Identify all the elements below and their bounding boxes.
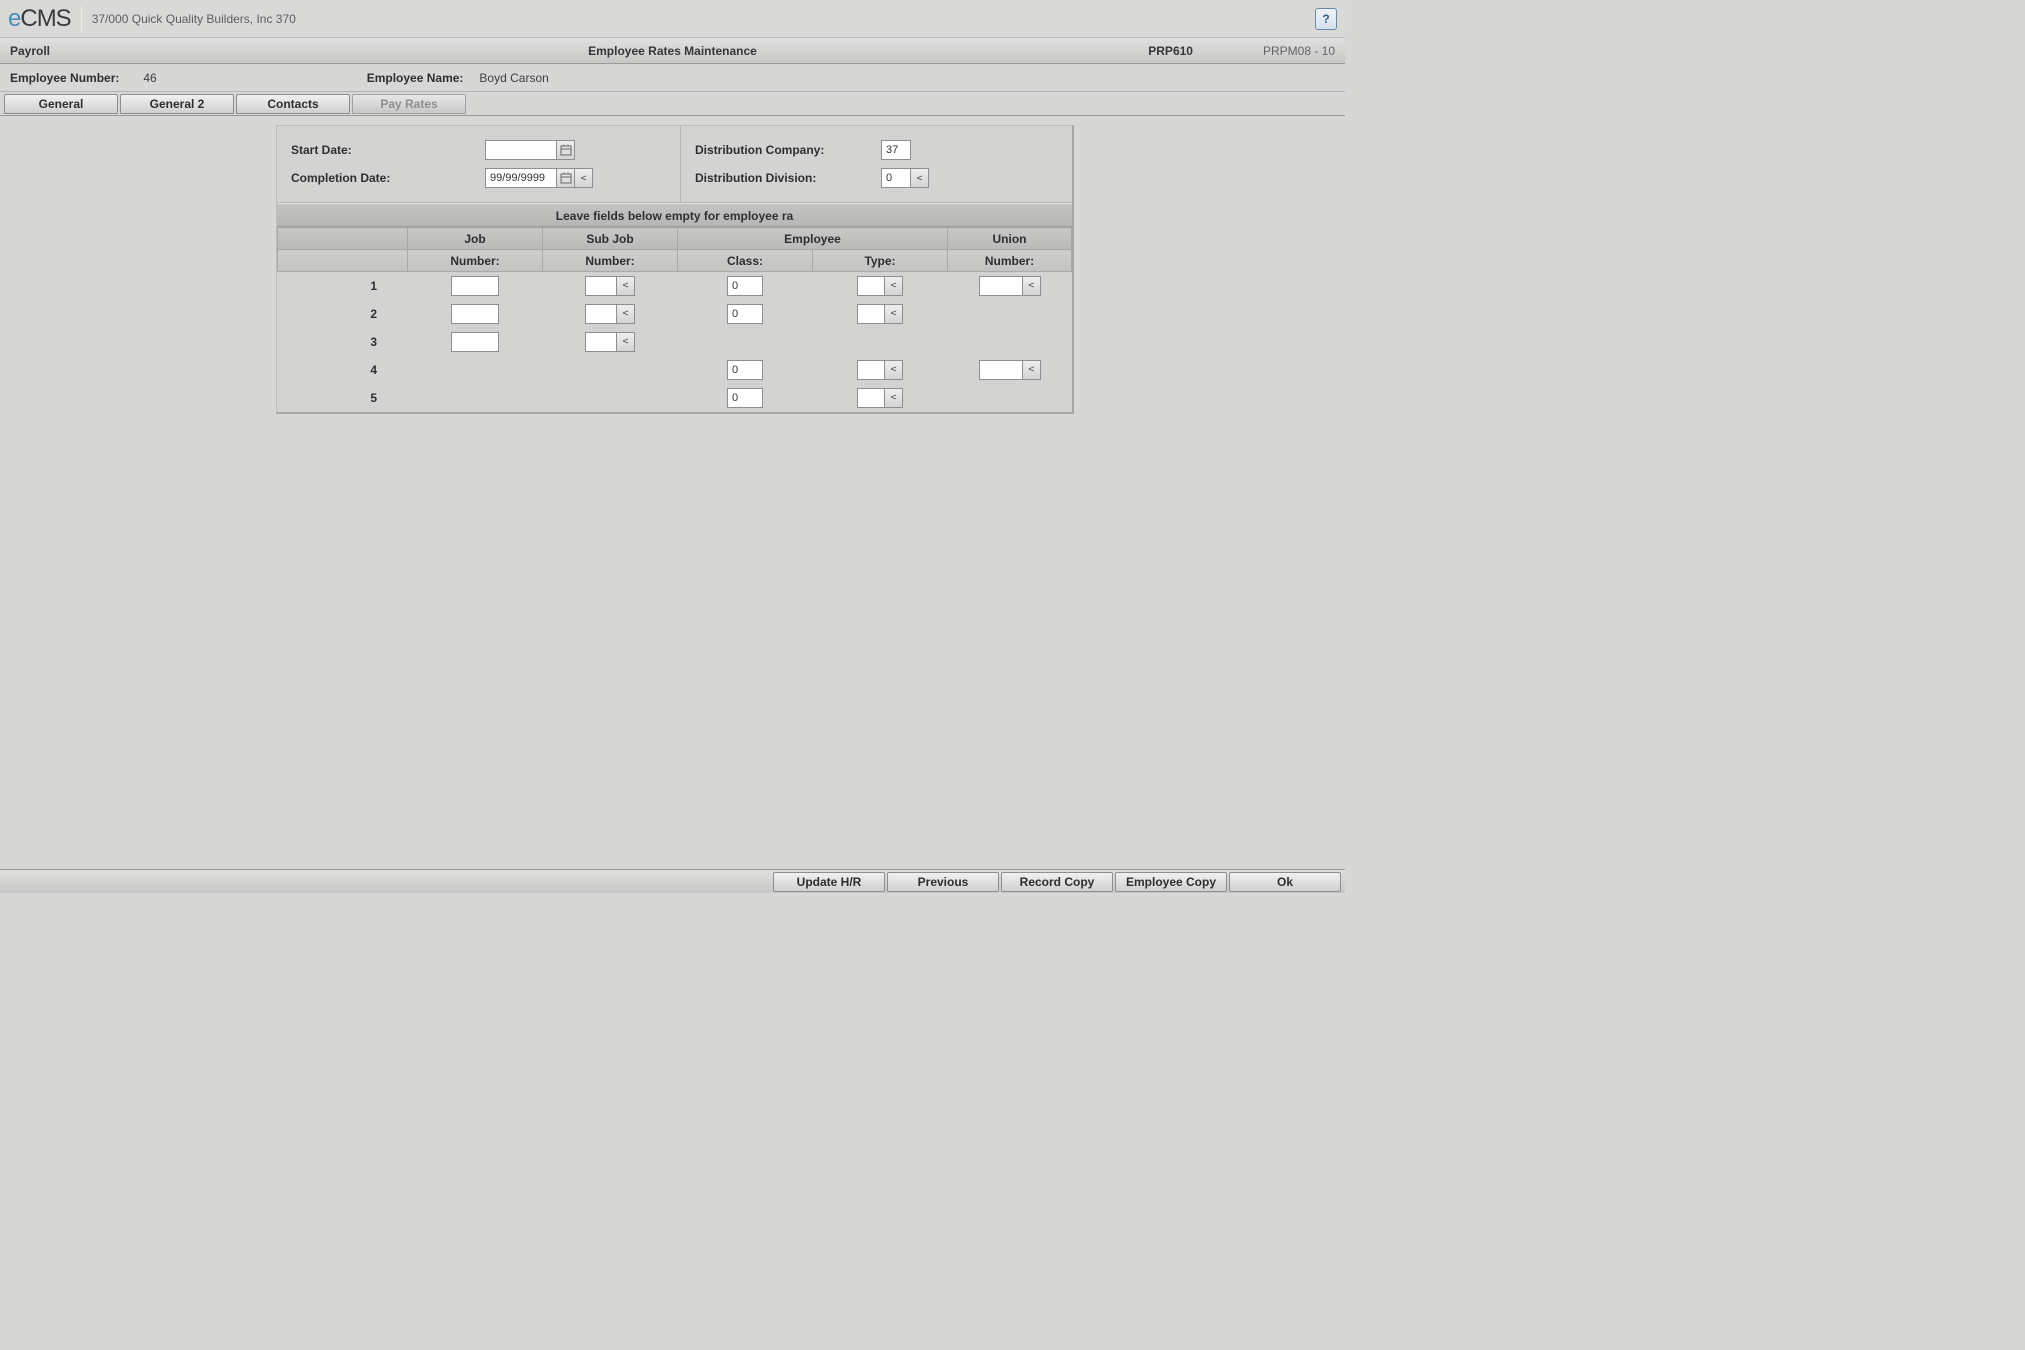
help-button[interactable]: ?	[1315, 8, 1337, 30]
tab-general[interactable]: General	[4, 94, 118, 114]
completion-date-label: Completion Date:	[291, 171, 461, 185]
employee-class-input[interactable]	[727, 304, 763, 324]
sub-jobnum: Number:	[408, 250, 543, 272]
tab-contacts[interactable]: Contacts	[236, 94, 350, 114]
employee-name-value: Boyd Carson	[479, 71, 548, 85]
dist-company-label: Distribution Company:	[695, 143, 881, 157]
table-row: 4 < <	[278, 356, 1072, 384]
logo-rest: CMS	[20, 5, 70, 32]
lookup-icon[interactable]: <	[885, 276, 903, 296]
employee-number-label: Employee Number:	[10, 71, 119, 85]
sub-subjobnum: Number:	[543, 250, 678, 272]
calendar-icon[interactable]	[557, 140, 575, 160]
screen-code: PRPM08 - 10	[1263, 44, 1335, 58]
help-icon: ?	[1322, 12, 1329, 26]
table-row: 3 <	[278, 328, 1072, 356]
lookup-icon[interactable]: <	[885, 304, 903, 324]
table-row: 5 <	[278, 384, 1072, 412]
subjob-number-input[interactable]	[585, 304, 617, 324]
subjob-number-input[interactable]	[585, 332, 617, 352]
module-name: Payroll	[10, 44, 50, 58]
subjob-number-input[interactable]	[585, 276, 617, 296]
start-date-label: Start Date:	[291, 143, 461, 157]
lookup-icon[interactable]: <	[617, 304, 635, 324]
separator	[81, 6, 82, 32]
completion-date-input[interactable]	[485, 168, 557, 188]
dist-division-label: Distribution Division:	[695, 171, 881, 185]
sub-blank	[278, 250, 408, 272]
top-bar: eCMS 37/000 Quick Quality Builders, Inc …	[0, 0, 1345, 38]
employee-type-input[interactable]	[857, 276, 885, 296]
lookup-icon[interactable]: <	[617, 332, 635, 352]
previous-button[interactable]: Previous	[887, 872, 999, 892]
start-date-input[interactable]	[485, 140, 557, 160]
dist-division-input[interactable]	[881, 168, 911, 188]
tab-row: General General 2 Contacts Pay Rates	[0, 92, 1345, 116]
record-copy-button[interactable]: Record Copy	[1001, 872, 1113, 892]
col-job: Job	[408, 228, 543, 250]
app-logo: eCMS	[8, 5, 71, 33]
job-number-input[interactable]	[451, 304, 499, 324]
row-index: 1	[278, 272, 408, 300]
calendar-icon[interactable]	[557, 168, 575, 188]
sub-emptype: Type:	[813, 250, 948, 272]
employee-type-input[interactable]	[857, 388, 885, 408]
col-blank	[278, 228, 408, 250]
tab-pay-rates[interactable]: Pay Rates	[352, 94, 466, 114]
union-number-input[interactable]	[979, 360, 1023, 380]
employee-name-label: Employee Name:	[367, 71, 464, 85]
page-title: Employee Rates Maintenance	[0, 44, 1345, 58]
ok-button[interactable]: Ok	[1229, 872, 1341, 892]
job-number-input[interactable]	[451, 276, 499, 296]
section-banner: Leave fields below empty for employee ra	[277, 203, 1072, 227]
employee-class-input[interactable]	[727, 360, 763, 380]
panel-top-right: Distribution Company: Distribution Divis…	[681, 126, 1072, 202]
title-bar: Payroll Employee Rates Maintenance PRP61…	[0, 38, 1345, 64]
job-number-input[interactable]	[451, 332, 499, 352]
table-row: 1 < < <	[278, 272, 1072, 300]
lookup-icon[interactable]: <	[1023, 360, 1041, 380]
employee-copy-button[interactable]: Employee Copy	[1115, 872, 1227, 892]
dist-company-input[interactable]	[881, 140, 911, 160]
table-row: 2 < <	[278, 300, 1072, 328]
sub-empclass: Class:	[678, 250, 813, 272]
employee-class-input[interactable]	[727, 388, 763, 408]
panel-top-left: Start Date: Completion Date: <	[277, 126, 681, 202]
col-employee: Employee	[678, 228, 948, 250]
tab-general2[interactable]: General 2	[120, 94, 234, 114]
button-bar: Update H/R Previous Record Copy Employee…	[0, 869, 1345, 893]
company-info: 37/000 Quick Quality Builders, Inc 370	[92, 12, 296, 26]
employee-class-input[interactable]	[727, 276, 763, 296]
rates-grid: Job Sub Job Employee Union Number: Numbe…	[277, 227, 1072, 412]
lookup-icon[interactable]: <	[575, 168, 593, 188]
employee-type-input[interactable]	[857, 360, 885, 380]
logo-e: e	[8, 5, 20, 32]
employee-type-input[interactable]	[857, 304, 885, 324]
lookup-icon[interactable]: <	[1023, 276, 1041, 296]
update-hr-button[interactable]: Update H/R	[773, 872, 885, 892]
program-code: PRP610	[1148, 44, 1193, 58]
main-panel: Start Date: Completion Date: < Distribut…	[276, 125, 1074, 414]
row-index: 4	[278, 356, 408, 384]
row-index: 3	[278, 328, 408, 356]
lookup-icon[interactable]: <	[911, 168, 929, 188]
sub-unionnum: Number:	[948, 250, 1072, 272]
row-index: 2	[278, 300, 408, 328]
panel-top: Start Date: Completion Date: < Distribut…	[277, 126, 1072, 203]
union-number-input[interactable]	[979, 276, 1023, 296]
row-index: 5	[278, 384, 408, 412]
info-bar: Employee Number: 46 Employee Name: Boyd …	[0, 64, 1345, 92]
lookup-icon[interactable]: <	[617, 276, 635, 296]
col-subjob: Sub Job	[543, 228, 678, 250]
lookup-icon[interactable]: <	[885, 360, 903, 380]
col-union: Union	[948, 228, 1072, 250]
employee-number-value: 46	[143, 71, 156, 85]
lookup-icon[interactable]: <	[885, 388, 903, 408]
